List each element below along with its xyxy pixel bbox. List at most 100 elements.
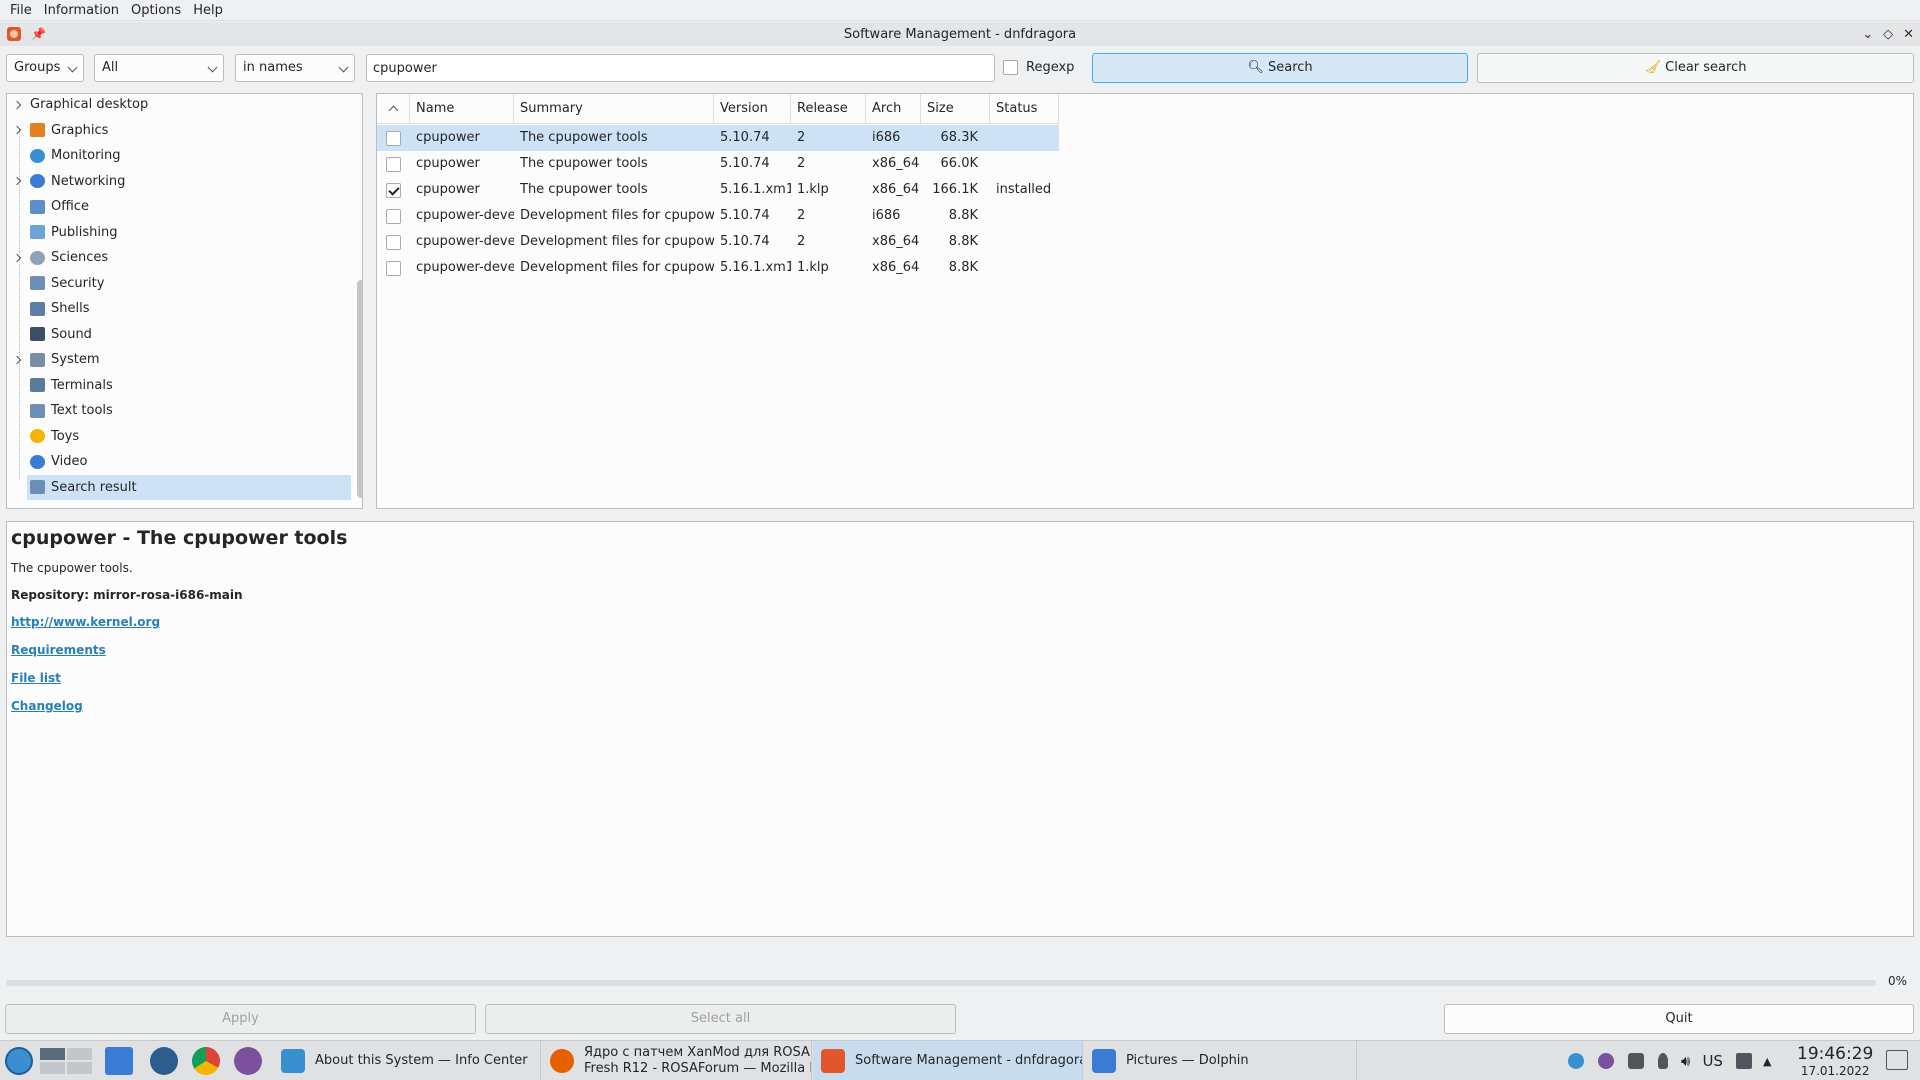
column-name[interactable]: Name: [410, 94, 514, 124]
expand-arrow-icon[interactable]: [12, 253, 22, 262]
search-button[interactable]: 🔍︎ Search: [1092, 53, 1468, 83]
column-summary[interactable]: Summary: [514, 94, 714, 124]
mail-client-icon[interactable]: [150, 1047, 178, 1075]
tree-item[interactable]: Toys: [7, 424, 346, 449]
cell-arch: x86_64: [872, 156, 920, 171]
column-arch[interactable]: Arch: [866, 94, 921, 124]
package-checkbox[interactable]: [386, 156, 401, 172]
folder-icon[interactable]: [105, 1047, 133, 1075]
task-label: Ядро с патчем XanMod для ROSA: [584, 1045, 810, 1060]
keyboard-layout[interactable]: US: [1702, 1052, 1723, 1070]
regexp-checkbox[interactable]: Regexp: [1003, 60, 1074, 75]
cell-summary: The cpupower tools: [520, 156, 648, 171]
task-dolphin[interactable]: Pictures — Dolphin: [1084, 1041, 1357, 1080]
maximize-icon[interactable]: ◇: [1883, 27, 1893, 42]
viber-tray-icon[interactable]: [1598, 1053, 1614, 1069]
changelog-link[interactable]: Changelog: [11, 699, 1909, 713]
tree-item[interactable]: System: [7, 347, 346, 372]
shells-icon: [30, 301, 45, 316]
menu-information[interactable]: Information: [38, 0, 125, 21]
cell-status: [990, 125, 1059, 151]
lightbulb-icon[interactable]: [1658, 1053, 1668, 1069]
clipboard-icon[interactable]: [1628, 1053, 1644, 1069]
show-desktop-icon[interactable]: [1886, 1050, 1908, 1070]
tree-item[interactable]: Networking: [7, 169, 346, 194]
window-titlebar[interactable]: 📌 Software Management - dnfdragora ⌄ ◇ ✕: [0, 22, 1920, 46]
row-checkbox-cell: [377, 229, 410, 255]
menu-help[interactable]: Help: [187, 0, 229, 21]
column-size[interactable]: Size: [921, 94, 990, 124]
sort-column-header[interactable]: [377, 94, 410, 124]
expand-arrow-icon[interactable]: [12, 125, 22, 135]
filter-select[interactable]: All: [94, 54, 224, 82]
clear-search-button[interactable]: 🧹︎ Clear search: [1477, 53, 1914, 83]
volume-icon[interactable]: 🔊︎: [1681, 1052, 1690, 1070]
task-firefox[interactable]: Ядро с патчем XanMod для ROSA Fresh R12 …: [542, 1041, 812, 1080]
package-checkbox[interactable]: [386, 208, 401, 224]
pager-icon[interactable]: [40, 1048, 92, 1074]
tree-item[interactable]: Terminals: [7, 373, 346, 398]
packages-table[interactable]: Name Summary Version Release Arch Size S…: [376, 93, 1914, 509]
column-status[interactable]: Status: [990, 94, 1059, 124]
task-info-center[interactable]: About this System — Info Center: [273, 1041, 541, 1080]
groups-tree[interactable]: Graphical desktop Graphics Monitoring Netwo…: [6, 93, 363, 509]
table-row[interactable]: cpupower-devel Development files for cpup…: [377, 255, 1059, 281]
table-row[interactable]: cpupower-devel Development files for cpup…: [377, 203, 1059, 229]
expand-arrow-icon[interactable]: [12, 176, 22, 186]
column-release[interactable]: Release: [791, 94, 866, 124]
menu-file[interactable]: File: [4, 0, 38, 21]
tree-item-label: Toys: [51, 428, 80, 444]
update-icon[interactable]: [1568, 1053, 1584, 1069]
system-tray: 🔊︎ US ▲: [1561, 1041, 1775, 1080]
tree-item[interactable]: Shells: [7, 296, 346, 321]
package-checkbox[interactable]: [386, 234, 401, 250]
cell-name: cpupower-devel: [416, 234, 514, 249]
tree-item[interactable]: Sciences: [7, 245, 346, 270]
close-icon[interactable]: ✕: [1903, 27, 1914, 42]
cell-version: 5.10.74: [720, 234, 770, 249]
column-version[interactable]: Version: [714, 94, 791, 124]
package-checkbox[interactable]: [386, 182, 401, 198]
tree-scrollbar[interactable]: [357, 280, 362, 498]
cell-release: 2: [797, 208, 806, 223]
minimize-icon[interactable]: ⌄: [1862, 27, 1873, 42]
view-select[interactable]: Groups: [6, 54, 84, 82]
task-dnfdragora[interactable]: Software Management - dnfdragora: [813, 1041, 1083, 1080]
tree-item[interactable]: Video: [7, 449, 346, 474]
file-list-link[interactable]: File list: [11, 671, 1909, 685]
tree-item[interactable]: Search result: [27, 474, 351, 500]
viber-icon[interactable]: [234, 1047, 262, 1075]
app-launcher-icon[interactable]: [5, 1047, 33, 1075]
clock[interactable]: 19:46:29 17.01.2022: [1797, 1044, 1873, 1078]
menu-options[interactable]: Options: [125, 0, 187, 21]
search-input[interactable]: [366, 54, 995, 82]
table-row[interactable]: cpupower The cpupower tools 5.10.74 2 x86_64…: [377, 151, 1059, 177]
requirements-link[interactable]: Requirements: [11, 643, 1909, 657]
tree-item[interactable]: Publishing: [7, 220, 346, 245]
table-row[interactable]: cpupower-devel Development files for cpup…: [377, 229, 1059, 255]
chrome-icon[interactable]: [192, 1047, 220, 1075]
tree-item[interactable]: Office: [7, 194, 346, 219]
tree-item[interactable]: Graphics: [7, 118, 346, 143]
expand-arrow-icon[interactable]: [12, 355, 22, 364]
apply-button[interactable]: Apply: [5, 1004, 476, 1034]
homepage-link[interactable]: http://www.kernel.org: [11, 615, 1909, 629]
select-all-button[interactable]: Select all: [485, 1004, 956, 1034]
regexp-checkbox-box[interactable]: [1003, 60, 1018, 75]
network-icon[interactable]: [1735, 1053, 1752, 1069]
cell-release: 2: [797, 234, 806, 249]
package-checkbox[interactable]: [386, 260, 401, 276]
tray-expand-icon[interactable]: ▲: [1763, 1055, 1771, 1068]
search-field-select[interactable]: in names: [235, 54, 355, 82]
table-row[interactable]: cpupower The cpupower tools 5.10.74 2 i686 68…: [377, 125, 1059, 151]
table-row[interactable]: cpupower The cpupower tools 5.16.1.xm1 1.kl…: [377, 177, 1059, 203]
tree-item[interactable]: Sound: [7, 322, 346, 347]
package-checkbox[interactable]: [386, 130, 401, 146]
tree-item[interactable]: Text tools: [7, 398, 346, 423]
quit-button[interactable]: Quit: [1444, 1004, 1914, 1034]
tree-item[interactable]: Monitoring: [7, 143, 346, 168]
tree-item[interactable]: Security: [7, 271, 346, 296]
info-center-icon: [281, 1049, 305, 1073]
expand-arrow-icon[interactable]: [12, 100, 22, 109]
tree-item[interactable]: Graphical desktop: [7, 94, 346, 117]
